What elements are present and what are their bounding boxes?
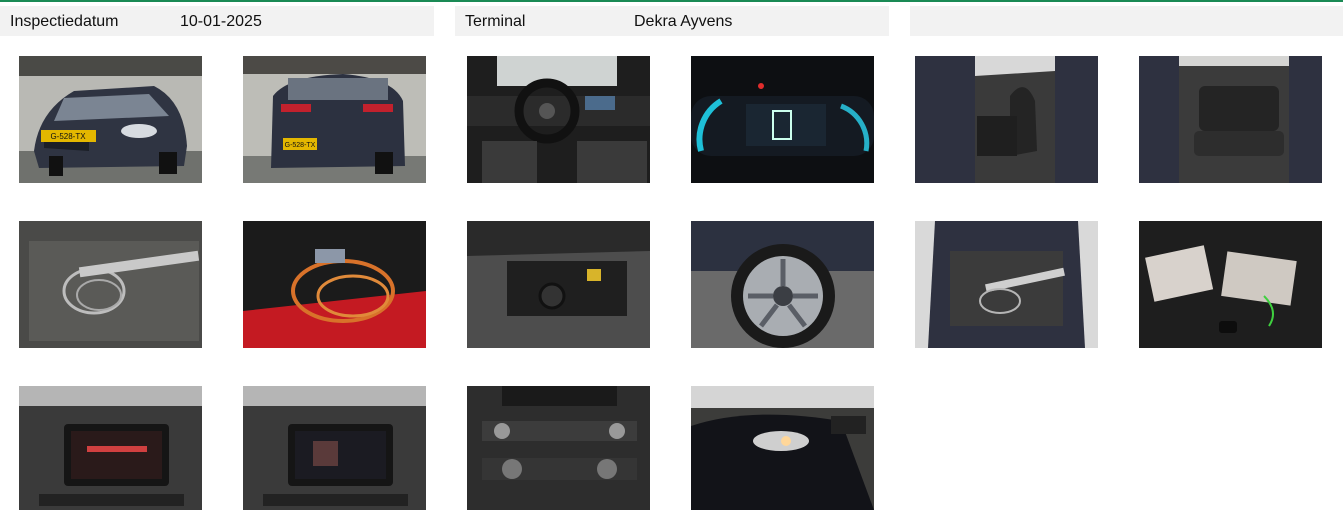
terminal-label: Terminal <box>465 13 526 30</box>
photo-rear-seats[interactable] <box>1139 56 1322 183</box>
photo-spare-kit[interactable] <box>467 221 650 348</box>
infotainment-image-2 <box>243 386 426 510</box>
wheel-image <box>691 221 874 348</box>
center-console-image <box>467 386 650 510</box>
photo-wheel[interactable] <box>691 221 874 348</box>
car-front-image: G-528-TX <box>19 56 202 183</box>
photo-headlight[interactable] <box>691 386 874 510</box>
svg-text:G-528-TX: G-528-TX <box>50 132 86 141</box>
manuals-key-image <box>1139 221 1322 348</box>
headlight-image <box>691 386 874 510</box>
open-trunk-image <box>915 221 1098 348</box>
car-rear-image: G-528-TX <box>243 56 426 183</box>
photo-orange-cable[interactable] <box>243 221 426 348</box>
photo-charging-cable-trunk[interactable] <box>19 221 202 348</box>
infotainment-image-1 <box>19 386 202 510</box>
terminal-value: Dekra Ayvens <box>634 13 733 30</box>
photo-manuals-key[interactable] <box>1139 221 1322 348</box>
orange-cable-image <box>243 221 426 348</box>
photo-infotainment-2[interactable] <box>243 386 426 510</box>
rear-seats-image <box>1139 56 1322 183</box>
dashboard-image <box>467 56 650 183</box>
top-accent-line <box>0 0 1343 2</box>
photo-center-console[interactable] <box>467 386 650 510</box>
photo-dashboard[interactable] <box>467 56 650 183</box>
inspection-date-label: Inspectiedatum <box>10 13 119 30</box>
photo-rear-three-quarter[interactable]: G-528-TX <box>243 56 426 183</box>
photo-infotainment-1[interactable] <box>19 386 202 510</box>
photo-instrument-cluster[interactable] <box>691 56 874 183</box>
header-empty-cell <box>910 6 1343 36</box>
photo-open-trunk[interactable] <box>915 221 1098 348</box>
cluster-image <box>691 56 874 183</box>
trunk-cable-image <box>19 221 202 348</box>
inspection-date-value: 10-01-2025 <box>180 13 262 30</box>
photo-front-three-quarter[interactable]: G-528-TX <box>19 56 202 183</box>
front-seats-image <box>915 56 1098 183</box>
header-terminal: Terminal Dekra Ayvens <box>455 6 889 36</box>
photo-front-seats[interactable] <box>915 56 1098 183</box>
header-inspection: Inspectiedatum 10-01-2025 <box>0 6 434 36</box>
spare-kit-image <box>467 221 650 348</box>
svg-text:G-528-TX: G-528-TX <box>285 142 316 149</box>
